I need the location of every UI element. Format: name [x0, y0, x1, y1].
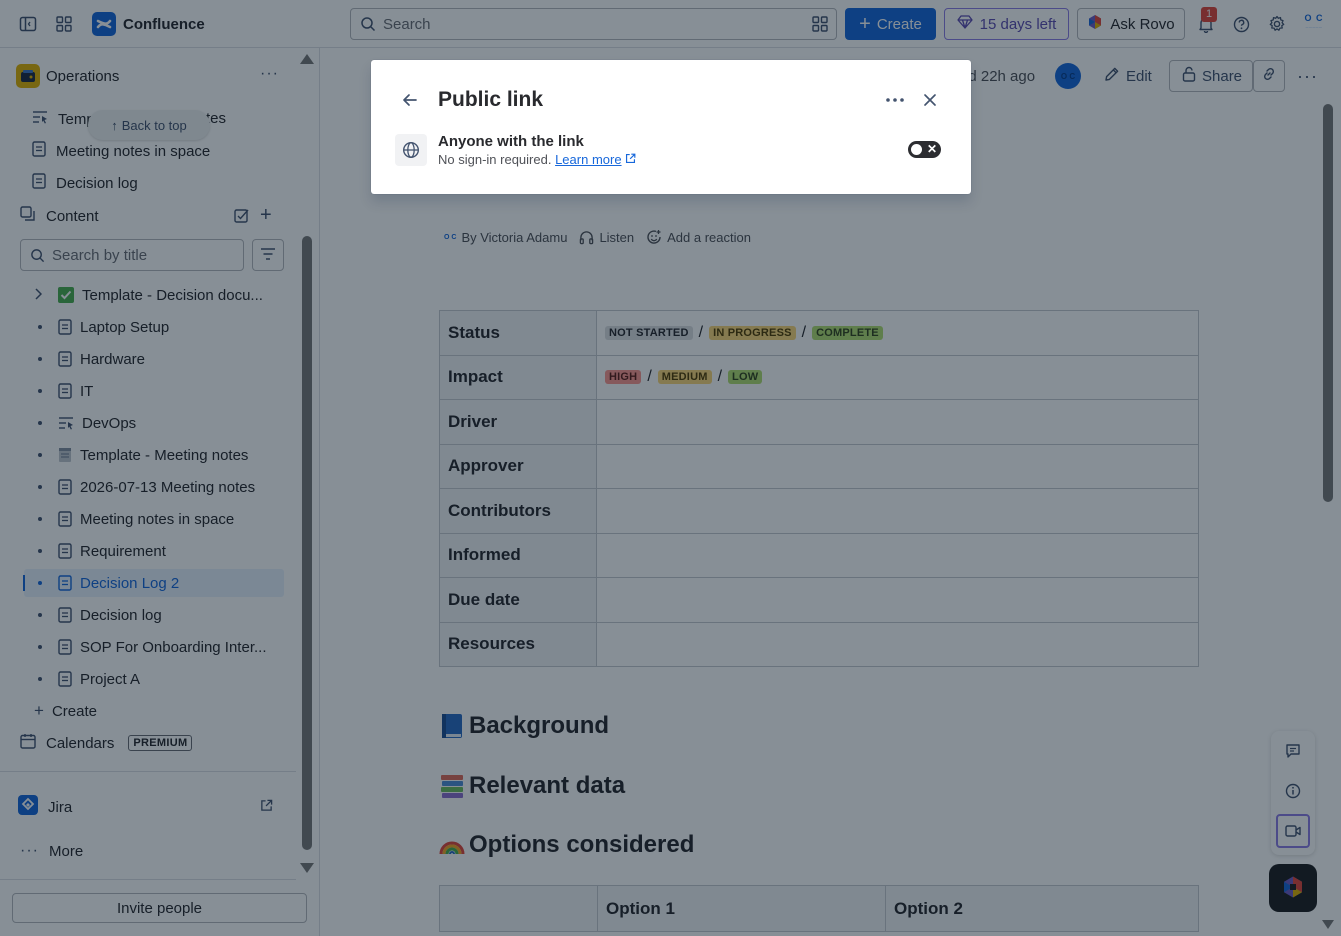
close-icon[interactable] [919, 89, 941, 111]
external-link-icon [625, 152, 636, 167]
public-link-subtitle-text: No sign-in required. [438, 152, 552, 167]
more-options-icon[interactable] [883, 89, 907, 111]
toggle-off-x-icon: ✕ [926, 142, 937, 156]
dialog-title: Public link [438, 88, 544, 111]
learn-more-link[interactable]: Learn more [555, 152, 621, 167]
public-link-subtitle: No sign-in required. Learn more [438, 152, 636, 167]
public-link-title: Anyone with the link [438, 133, 584, 150]
public-link-dialog: Public link Anyone with the link No sign… [371, 60, 971, 194]
globe-icon [395, 134, 427, 166]
public-link-toggle[interactable]: ✕ [908, 141, 941, 158]
arrow-left-icon[interactable] [399, 89, 421, 111]
toggle-knob [911, 144, 922, 155]
